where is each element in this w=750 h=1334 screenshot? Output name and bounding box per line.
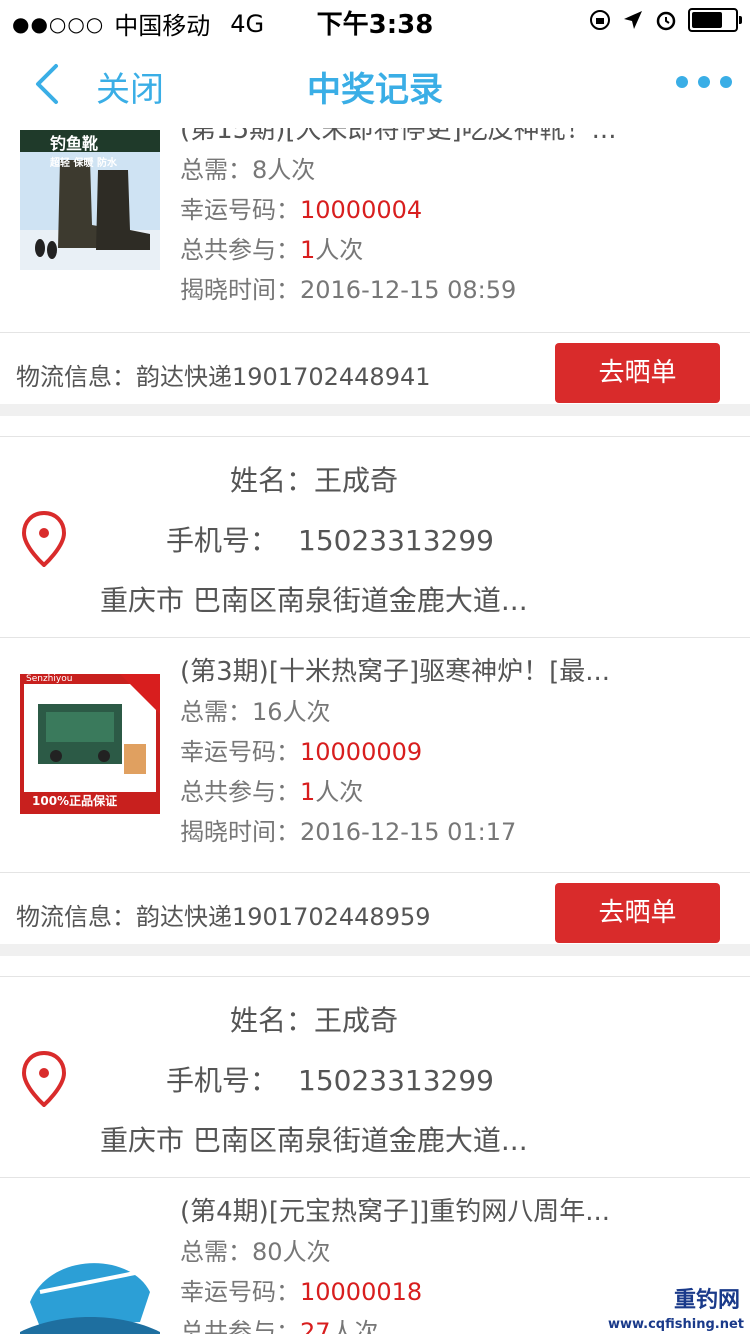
lucky-row: 幸运号码：10000018 <box>180 1272 740 1312</box>
phone-label: 手机号： <box>166 1064 279 1097</box>
list-item[interactable]: Senzhiyou 100%正品保证 (第3期)[十米热窝子]驱寒神炉！[最..… <box>0 638 750 870</box>
nav-bar: 关闭 中奖记录 <box>0 40 750 128</box>
share-order-button[interactable]: 去晒单 <box>555 883 720 943</box>
need-label: 总需： <box>180 1238 252 1266</box>
joined-count: 1 <box>300 778 316 806</box>
lucky-number: 10000009 <box>300 738 423 766</box>
logistics-row: 物流信息：韵达快递1901702448959 去晒单 <box>0 872 750 953</box>
location-icon <box>624 11 642 29</box>
need-row: 总需：8人次 <box>180 150 740 190</box>
watermark-brand: 重钓网 <box>673 1288 740 1313</box>
joined-label: 总共参与： <box>180 236 300 264</box>
address-card[interactable]: 姓名：王成奇 手机号： 15023313299 重庆市 巴南区南泉街道金鹿大道..… <box>0 436 750 638</box>
name-value: 王成奇 <box>314 464 399 497</box>
joined-count: 1 <box>300 236 316 264</box>
joined-unit: 人次 <box>330 1318 379 1334</box>
reveal-row: 揭晓时间：2016-12-15 08:59 <box>180 270 740 310</box>
reveal-row: 揭晓时间：2016-12-15 01:17 <box>180 812 740 852</box>
joined-label: 总共参与： <box>180 1318 300 1334</box>
product-info: (第4期)[元宝热窝子]]重钓网八周年... 总需：80人次 幸运号码：1000… <box>180 1192 740 1334</box>
divider <box>0 944 750 956</box>
location-pin-icon <box>22 511 66 567</box>
thumb-brand: Senzhiyou <box>26 674 73 684</box>
thumb-text: 钓鱼靴 <box>50 134 99 153</box>
phone-value: 15023313299 <box>298 1064 494 1097</box>
need-row: 总需：16人次 <box>180 692 740 732</box>
joined-unit: 人次 <box>315 778 364 806</box>
reveal-label: 揭晓时间： <box>180 276 300 304</box>
product-image-heater: Senzhiyou 100%正品保证 <box>20 674 160 814</box>
lucky-label: 幸运号码： <box>180 738 300 766</box>
watermark-url: www.cqfishing.net <box>607 1317 744 1332</box>
alarm-icon <box>656 11 676 31</box>
thumb-subtext: 超轻 保暖 防水 <box>50 158 117 169</box>
joined-row: 总共参与：1人次 <box>180 772 740 812</box>
joined-row: 总共参与：1人次 <box>180 230 740 270</box>
phone-label: 手机号： <box>166 524 279 557</box>
page-title: 中奖记录 <box>307 70 443 110</box>
reveal-label: 揭晓时间： <box>180 818 300 846</box>
status-bar: ●●○○○ 中国移动 4G 下午3:38 <box>0 0 750 40</box>
joined-count: 27 <box>300 1318 331 1334</box>
list-item[interactable]: (第4期)[元宝热窝子]]重钓网八周年... 总需：80人次 幸运号码：1000… <box>0 1178 750 1334</box>
recipient-phone: 手机号： 15023313299 <box>166 519 494 559</box>
battery-icon <box>688 8 742 32</box>
lucky-number: 10000004 <box>300 196 423 224</box>
thumb-guarantee: 100%正品保证 <box>32 794 118 808</box>
recipient-address: 重庆市 巴南区南泉街道金鹿大道... <box>100 584 528 617</box>
share-order-button[interactable]: 去晒单 <box>555 343 720 403</box>
product-title: (第3期)[十米热窝子]驱寒神炉！[最... <box>180 657 611 687</box>
logistics-info: 物流信息：韵达快递1901702448941 <box>16 363 431 391</box>
divider <box>0 404 750 416</box>
address-card[interactable]: 姓名：王成奇 手机号： 15023313299 重庆市 巴南区南泉街道金鹿大道..… <box>0 976 750 1178</box>
need-value: 8人次 <box>252 156 316 184</box>
recipient-name: 姓名：王成奇 <box>230 999 398 1039</box>
location-pin-icon <box>22 1051 66 1107</box>
joined-label: 总共参与： <box>180 778 300 806</box>
lucky-label: 幸运号码： <box>180 196 300 224</box>
product-image-cap <box>20 1232 160 1334</box>
recipient-address: 重庆市 巴南区南泉街道金鹿大道... <box>100 1124 528 1157</box>
recipient-name: 姓名：王成奇 <box>230 459 398 499</box>
need-row: 总需：80人次 <box>180 1232 740 1272</box>
record-list: 钓鱼靴 超轻 保暖 防水 (第15期)[大未即将停更]吃皮神靴！... 总需：8… <box>0 40 750 1334</box>
rotation-lock-icon <box>590 10 610 30</box>
need-label: 总需： <box>180 156 252 184</box>
lucky-number: 10000018 <box>300 1278 423 1306</box>
product-info: (第3期)[十米热窝子]驱寒神炉！[最... 总需：16人次 幸运号码：1000… <box>180 652 740 852</box>
need-label: 总需： <box>180 698 252 726</box>
reveal-time: 2016-12-15 01:17 <box>300 818 517 846</box>
need-value: 80人次 <box>252 1238 331 1266</box>
status-right <box>588 8 742 32</box>
logistics-info: 物流信息：韵达快递1901702448959 <box>16 903 431 931</box>
phone-value: 15023313299 <box>298 524 494 557</box>
name-label: 姓名： <box>230 464 315 497</box>
lucky-row: 幸运号码：10000009 <box>180 732 740 772</box>
logistics-row: 物流信息：韵达快递1901702448941 去晒单 <box>0 332 750 413</box>
recipient-phone: 手机号： 15023313299 <box>166 1059 494 1099</box>
need-value: 16人次 <box>252 698 331 726</box>
product-title: (第4期)[元宝热窝子]]重钓网八周年... <box>180 1197 611 1227</box>
list-item[interactable]: 钓鱼靴 超轻 保暖 防水 (第15期)[大未即将停更]吃皮神靴！... 总需：8… <box>0 110 750 330</box>
reveal-time: 2016-12-15 08:59 <box>300 276 517 304</box>
name-value: 王成奇 <box>314 1004 399 1037</box>
product-image-boots: 钓鱼靴 超轻 保暖 防水 <box>20 130 160 270</box>
name-label: 姓名： <box>230 1004 315 1037</box>
lucky-row: 幸运号码：10000004 <box>180 190 740 230</box>
joined-unit: 人次 <box>315 236 364 264</box>
more-dots-icon[interactable] <box>676 76 732 88</box>
lucky-label: 幸运号码： <box>180 1278 300 1306</box>
product-info: (第15期)[大未即将停更]吃皮神靴！... 总需：8人次 幸运号码：10000… <box>180 110 740 310</box>
